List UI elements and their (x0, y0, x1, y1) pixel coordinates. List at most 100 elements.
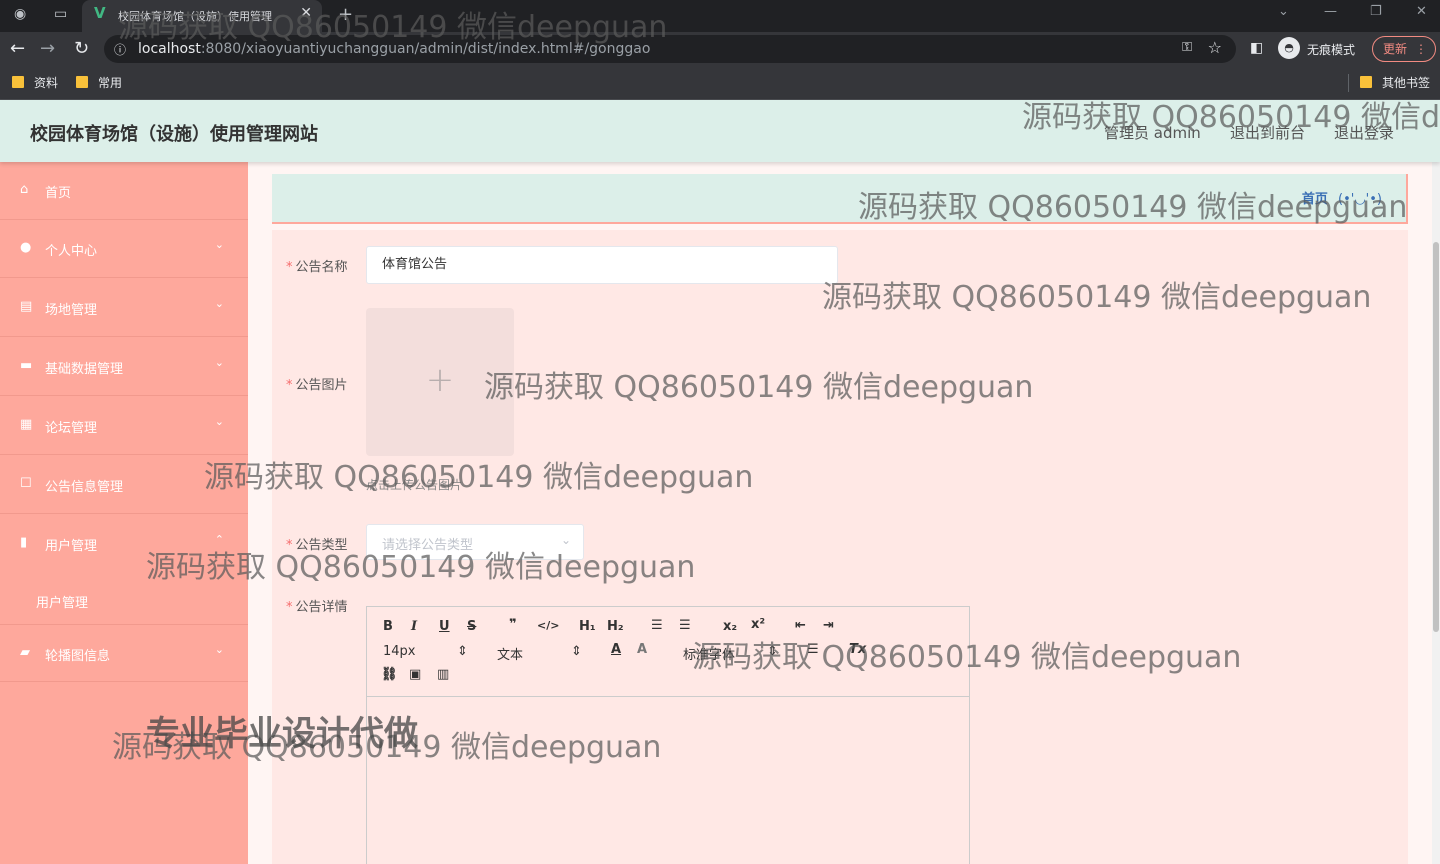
chevron-up-icon: ⌃ (214, 533, 224, 546)
text-color-icon[interactable]: A (611, 642, 621, 657)
sidebar-item-forum[interactable]: ▦ 论坛管理 ⌄ (0, 397, 248, 455)
chevron-down-icon: ⌄ (214, 238, 224, 251)
venue-icon: ▤ (20, 299, 33, 314)
sidebar-item-label: 公告信息管理 (45, 480, 124, 495)
sidebar-item-label: 个人中心 (45, 244, 98, 259)
logout-link[interactable]: 退出登录 (1334, 122, 1394, 143)
italic-icon[interactable]: I (411, 619, 417, 634)
side-panel-icon[interactable]: ◧ (1250, 40, 1263, 56)
app-header: 校园体育场馆（设施）使用管理网站 管理员 admin 退出到前台 退出登录 (0, 100, 1440, 162)
user-icon: ● (20, 240, 32, 255)
folder-icon (76, 76, 88, 88)
other-bookmarks[interactable]: 其他书签 (1360, 74, 1430, 91)
sidebar-item-profile[interactable]: ● 个人中心 ⌄ (0, 220, 248, 278)
bold-icon[interactable]: B (383, 619, 393, 634)
sidebar-item-home[interactable]: ⌂ 首页 (0, 162, 248, 220)
sidebar-item-basedata[interactable]: ▬ 基础数据管理 ⌄ (0, 338, 248, 396)
sidebar-item-carousel[interactable]: ▰ 轮播图信息 ⌄ (0, 624, 248, 682)
back-icon[interactable]: ← (10, 38, 25, 59)
url-text[interactable]: localhost:8080/xiaoyuantiyuchangguan/adm… (138, 41, 650, 57)
background-color-icon[interactable]: A (637, 642, 647, 657)
upload-hint: 点击上传公告图片 (366, 478, 463, 492)
main-content: 首页 (•'◡'•) * 公告名称 体育馆公告 * 公告图片 + 点击上传公告图片 … (248, 162, 1440, 864)
chevron-down-icon: ⌄ (214, 297, 224, 310)
heading-select[interactable]: 标准字体 (683, 644, 735, 663)
ordered-list-icon[interactable]: ☰ (651, 618, 663, 633)
sidebar-item-notice[interactable]: ☐ 公告信息管理 ⌄ (0, 456, 248, 514)
font-size-select[interactable]: 14px (383, 644, 416, 659)
breadcrumb: 首页 (•'◡'•) (1302, 188, 1382, 207)
carousel-icon: ▰ (20, 645, 30, 660)
select-arrows-icon: ⇕ (767, 644, 778, 659)
bookmark-star-icon[interactable]: ☆ (1208, 38, 1222, 57)
outdent-icon[interactable]: ⇤ (795, 618, 806, 633)
browser-menu-icon[interactable]: ◉ (14, 6, 26, 22)
heading2-icon[interactable]: H₂ (607, 619, 624, 634)
new-tab-icon[interactable]: + (338, 4, 353, 25)
editor-toolbar: B I U S ❞ </> H₁ H₂ ☰ ☰ x₂ x² ⇤ ⇥ 14px ⇕… (367, 607, 969, 697)
breadcrumb-home[interactable]: 首页 (1302, 192, 1328, 207)
tab-close-icon[interactable]: ✕ (300, 5, 312, 21)
chart-icon: ▮ (20, 535, 28, 550)
image-upload-box[interactable]: + (366, 308, 514, 456)
indent-icon[interactable]: ⇥ (823, 618, 834, 633)
heading1-icon[interactable]: H₁ (579, 619, 596, 634)
video-icon[interactable]: ▥ (437, 667, 449, 682)
detail-label: * 公告详情 (286, 600, 348, 615)
strike-icon[interactable]: S (467, 619, 476, 634)
page-scrollbar[interactable] (1432, 162, 1440, 864)
browser-tab[interactable]: V 校园体育场馆（设施）使用管理 ✕ (82, 0, 322, 32)
minimize-icon[interactable]: — (1324, 4, 1337, 19)
breadcrumb-face: (•'◡'•) (1338, 192, 1382, 207)
password-key-icon[interactable]: ⚿ (1182, 40, 1192, 55)
incognito-label: 无痕模式 (1307, 43, 1356, 57)
plus-icon: + (425, 360, 455, 400)
sidebar-item-label: 场地管理 (45, 303, 98, 318)
notice-icon: ☐ (20, 476, 32, 491)
close-window-icon[interactable]: ✕ (1416, 4, 1427, 19)
home-icon: ⌂ (20, 182, 29, 197)
restore-icon[interactable]: ❐ (1370, 4, 1382, 19)
rich-text-editor[interactable]: B I U S ❞ </> H₁ H₂ ☰ ☰ x₂ x² ⇤ ⇥ 14px ⇕… (366, 606, 970, 864)
align-icon[interactable]: ☰ (807, 642, 819, 657)
folder-icon (1360, 76, 1372, 88)
forward-icon[interactable]: → (40, 38, 55, 59)
folder-icon (12, 76, 24, 88)
bookmark-folder[interactable]: 资料 (12, 74, 58, 91)
bookmark-folder[interactable]: 常用 (76, 74, 122, 91)
blockquote-icon[interactable]: ❞ (509, 617, 517, 632)
notice-name-input[interactable]: 体育馆公告 (366, 246, 838, 284)
sidebar-item-venue[interactable]: ▤ 场地管理 ⌄ (0, 279, 248, 337)
sidebar-item-users[interactable]: ▮ 用户管理 ⌃ (0, 515, 248, 573)
sidebar: ⌂ 首页 ● 个人中心 ⌄ ▤ 场地管理 ⌄ ▬ 基础数据管理 ⌄ ▦ 论坛管理… (0, 162, 248, 864)
scrollbar-thumb[interactable] (1433, 242, 1439, 632)
clear-format-icon[interactable]: Tx (849, 642, 866, 657)
subscript-icon[interactable]: x₂ (723, 619, 737, 634)
sidebar-item-label: 用户管理 (45, 539, 98, 554)
font-style-select[interactable]: 文本 (497, 644, 523, 663)
select-arrows-icon: ⇕ (457, 644, 468, 659)
notice-form: * 公告名称 体育馆公告 * 公告图片 + 点击上传公告图片 * 公告类型 请选择公告… (272, 230, 1408, 864)
address-bar[interactable]: ⓘ localhost:8080/xiaoyuantiyuchangguan/a… (104, 35, 1236, 63)
to-frontend-link[interactable]: 退出到前台 (1230, 122, 1305, 143)
chevron-down-icon: ⌄ (214, 474, 224, 487)
tab-title: 校园体育场馆（设施）使用管理 (118, 10, 272, 23)
link-icon[interactable]: ⛓ (381, 667, 398, 682)
sidebar-subitem-users[interactable]: 用户管理 (0, 574, 248, 624)
update-button[interactable]: 更新 ⋮ (1372, 36, 1436, 62)
bullet-list-icon[interactable]: ☰ (679, 618, 691, 633)
more-icon[interactable]: ⋮ (1415, 37, 1427, 61)
grid-icon: ▦ (20, 417, 33, 432)
chevron-down-icon: ⌄ (214, 356, 224, 369)
image-icon[interactable]: ▣ (409, 667, 421, 682)
tab-search-icon[interactable]: ⌄ (1278, 4, 1289, 19)
site-info-icon[interactable]: ⓘ (114, 41, 126, 58)
reload-icon[interactable]: ↻ (74, 38, 89, 59)
window-icon[interactable]: ▭ (54, 6, 67, 22)
bookmarks-bar: 资料 常用 其他书签 (0, 66, 1440, 100)
bookmark-separator (1348, 74, 1349, 92)
notice-type-select[interactable]: 请选择公告类型 ⌄ (366, 524, 584, 560)
superscript-icon[interactable]: x² (751, 617, 765, 632)
underline-icon[interactable]: U (439, 619, 450, 634)
code-block-icon[interactable]: </> (537, 619, 559, 632)
